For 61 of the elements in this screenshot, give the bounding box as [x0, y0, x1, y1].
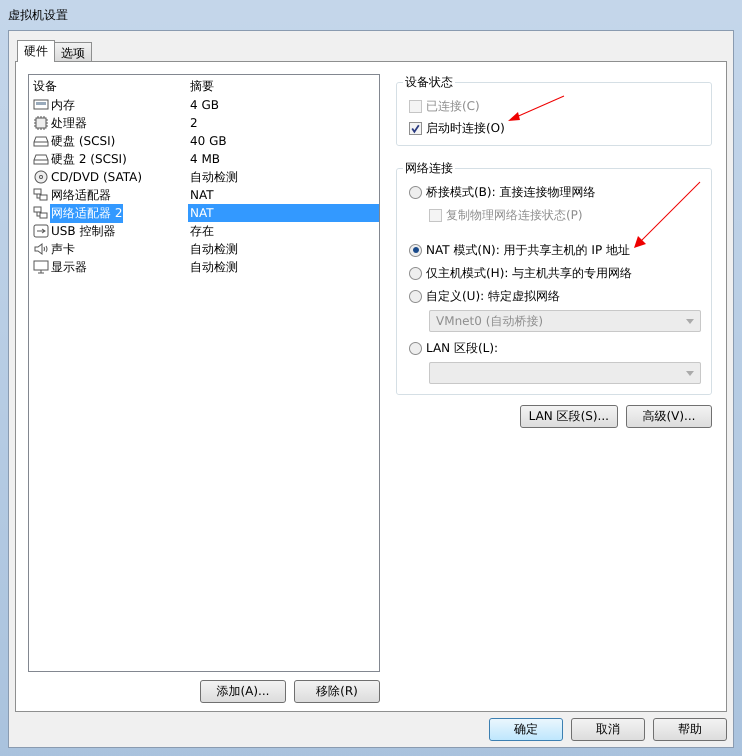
dialog-button[interactable]: 帮助 — [653, 718, 727, 741]
display-device-icon — [33, 260, 49, 274]
group-title: 设备状态 — [403, 74, 455, 91]
disk-device-icon — [33, 134, 49, 148]
device-summary: 2 — [189, 116, 199, 130]
device-summary: 自动检测 — [189, 258, 239, 276]
network-button[interactable]: LAN 区段(S)... — [520, 405, 618, 428]
window-title: 虚拟机设置 — [8, 6, 68, 24]
radio-label: 自定义(U): 特定虚拟网络 — [426, 288, 560, 304]
checkbox-label: 复制物理网络连接状态(P) — [446, 206, 583, 224]
device-name[interactable]: 内存 — [50, 96, 76, 114]
radio-label: 桥接模式(B): 直接连接物理网络 — [426, 184, 596, 200]
device-name[interactable]: USB 控制器 — [50, 222, 116, 240]
cdrom-device-icon — [33, 170, 49, 184]
cpu-device-icon — [33, 116, 49, 130]
device-summary: 4 MB — [189, 152, 222, 166]
list-button[interactable]: 移除(R) — [294, 680, 380, 703]
radio-button[interactable] — [409, 244, 422, 256]
device-summary: 4 GB — [189, 98, 220, 112]
sound-device-icon — [33, 242, 49, 256]
radio-button[interactable] — [409, 342, 422, 354]
column-header[interactable]: 摘要 — [188, 78, 379, 94]
annotation-arrow — [632, 180, 702, 250]
device-summary: 存在 — [189, 222, 215, 240]
checkbox-label: 已连接(C) — [426, 98, 480, 114]
tab[interactable]: 硬件 — [17, 40, 55, 62]
device-summary: 自动检测 — [189, 168, 239, 186]
device-summary: 自动检测 — [189, 240, 239, 258]
checkbox-label: 启动时连接(O) — [426, 120, 505, 136]
group-title: 网络连接 — [403, 160, 455, 177]
device-summary: NAT — [188, 204, 379, 222]
device-summary: 40 GB — [189, 134, 228, 148]
device-name[interactable]: 硬盘 (SCSI) — [50, 132, 116, 150]
network-device-icon — [33, 206, 49, 220]
caret-icon — [686, 318, 694, 324]
network-button[interactable]: 高级(V)... — [626, 405, 712, 428]
checkbox[interactable] — [409, 122, 422, 134]
dialog-button[interactable]: 确定 — [489, 718, 563, 741]
network-device-icon — [33, 188, 49, 202]
dialog-button[interactable]: 取消 — [571, 718, 645, 741]
usb-device-icon — [33, 224, 49, 238]
device-name[interactable]: 硬盘 2 (SCSI) — [50, 150, 128, 168]
memory-device-icon — [33, 98, 49, 112]
device-name[interactable]: 网络适配器 — [50, 186, 112, 204]
caret-icon — [686, 370, 694, 376]
annotation-arrow — [506, 94, 566, 124]
device-summary: NAT — [189, 188, 215, 202]
device-name[interactable]: 声卡 — [50, 240, 76, 258]
column-header[interactable]: 设备 — [33, 78, 188, 94]
radio-label: NAT 模式(N): 用于共享主机的 IP 地址 — [426, 242, 630, 258]
radio-label: 仅主机模式(H): 与主机共享的专用网络 — [426, 264, 632, 282]
device-name[interactable]: CD/DVD (SATA) — [50, 169, 144, 185]
tab[interactable]: 选项 — [54, 42, 92, 61]
disk-device-icon — [33, 152, 49, 166]
radio-button[interactable] — [409, 290, 422, 302]
radio-button[interactable] — [409, 186, 422, 198]
device-name[interactable]: 处理器 — [50, 114, 88, 132]
radio-label: LAN 区段(L): — [426, 340, 498, 356]
radio-button[interactable] — [409, 266, 422, 280]
list-button[interactable]: 添加(A)... — [200, 680, 286, 703]
device-name[interactable]: 显示器 — [50, 258, 88, 276]
